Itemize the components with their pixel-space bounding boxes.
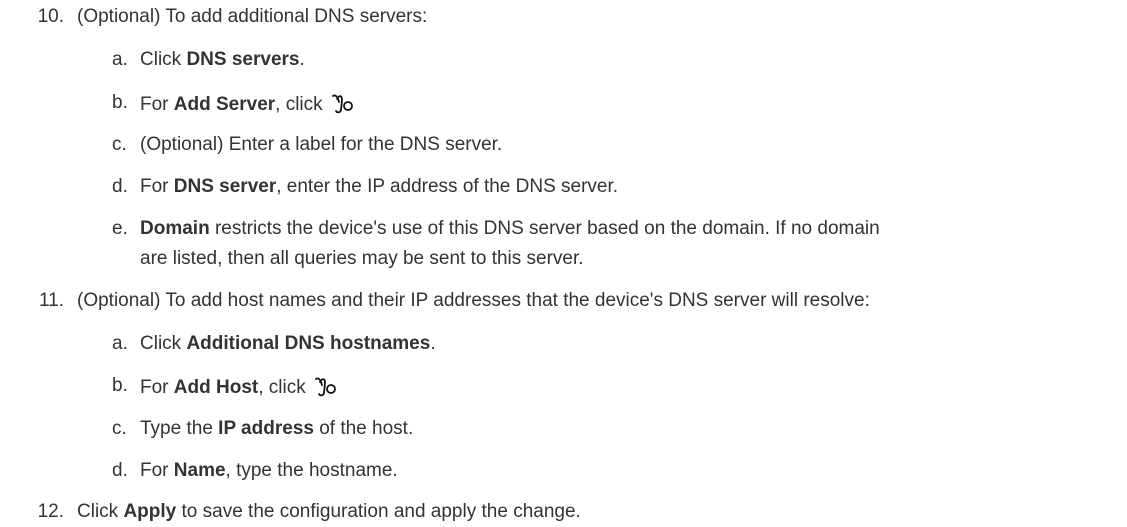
sub-step-letter: a. <box>112 333 128 354</box>
step-number: 11. <box>38 290 64 311</box>
sub-step-text: For Add Host, click <box>140 375 337 403</box>
add-icon <box>330 92 354 120</box>
sub-step-letter: a. <box>112 49 128 70</box>
sub-step-text: For DNS server, enter the IP address of … <box>140 176 619 197</box>
sub-step-letter: d. <box>112 176 128 197</box>
sub-step-letter: d. <box>112 460 128 481</box>
sub-step-text: For Add Server, click <box>140 92 354 120</box>
add-icon <box>313 375 337 403</box>
sub-step-text: (Optional) Enter a label for the DNS ser… <box>140 134 503 155</box>
step-text: (Optional) To add host names and their I… <box>77 290 870 311</box>
sub-step-letter: b. <box>112 92 128 113</box>
sub-step-text: Click Additional DNS hostnames. <box>140 333 436 354</box>
sub-step-letter: c. <box>112 134 127 155</box>
step-text: (Optional) To add additional DNS servers… <box>77 6 428 27</box>
document-page: 10. (Optional) To add additional DNS ser… <box>0 0 1127 527</box>
sub-step-letter: b. <box>112 375 128 396</box>
sub-step-letter: e. <box>112 218 128 239</box>
step-number: 10. <box>37 6 64 27</box>
sub-step-text: Type the IP address of the host. <box>140 418 414 439</box>
sub-step-text: Domain restricts the device's use of thi… <box>140 218 880 239</box>
step-number: 12. <box>37 501 64 522</box>
sub-step-text: For Name, type the hostname. <box>140 460 398 481</box>
sub-step-letter: c. <box>112 418 127 439</box>
sub-step-text-continued: are listed, then all queries may be sent… <box>140 248 584 269</box>
sub-step-text: Click DNS servers. <box>140 49 305 70</box>
step-text: Click Apply to save the configuration an… <box>77 501 581 522</box>
